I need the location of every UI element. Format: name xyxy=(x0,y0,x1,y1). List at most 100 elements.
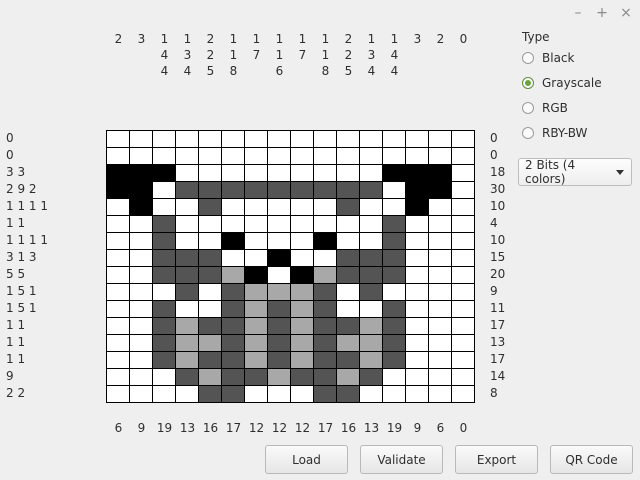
grid-cell[interactable] xyxy=(452,148,474,164)
grid-cell[interactable] xyxy=(360,182,382,198)
grid-cell[interactable] xyxy=(291,250,313,266)
grid-cell[interactable] xyxy=(383,369,405,385)
grid-cell[interactable] xyxy=(176,199,198,215)
radio-black-indicator[interactable] xyxy=(522,52,534,64)
grid-cell[interactable] xyxy=(314,352,336,368)
grid-cell[interactable] xyxy=(383,352,405,368)
radio-rgb-indicator[interactable] xyxy=(522,102,534,114)
load-button[interactable]: Load xyxy=(265,445,348,474)
grid-cell[interactable] xyxy=(452,233,474,249)
grid-cell[interactable] xyxy=(222,250,244,266)
grid-cell[interactable] xyxy=(176,131,198,147)
grid-cell[interactable] xyxy=(314,165,336,181)
grid-cell[interactable] xyxy=(245,182,267,198)
grid-cell[interactable] xyxy=(314,335,336,351)
grid-cell[interactable] xyxy=(383,182,405,198)
grid-cell[interactable] xyxy=(291,199,313,215)
grid-cell[interactable] xyxy=(383,233,405,249)
grid-cell[interactable] xyxy=(153,267,175,283)
grid-cell[interactable] xyxy=(406,335,428,351)
grid-cell[interactable] xyxy=(337,165,359,181)
grid-cell[interactable] xyxy=(383,216,405,232)
qr-code-button[interactable]: QR Code xyxy=(550,445,633,474)
grid-cell[interactable] xyxy=(406,148,428,164)
grid-cell[interactable] xyxy=(245,318,267,334)
grid-cell[interactable] xyxy=(314,182,336,198)
grid-cell[interactable] xyxy=(360,284,382,300)
grid-cell[interactable] xyxy=(452,284,474,300)
grid-cell[interactable] xyxy=(130,284,152,300)
grid-cell[interactable] xyxy=(199,131,221,147)
grid-cell[interactable] xyxy=(452,216,474,232)
grid-cell[interactable] xyxy=(452,250,474,266)
grid-cell[interactable] xyxy=(314,318,336,334)
grid-cell[interactable] xyxy=(360,165,382,181)
grid-cell[interactable] xyxy=(452,199,474,215)
grid-cell[interactable] xyxy=(406,352,428,368)
grid-cell[interactable] xyxy=(406,369,428,385)
grid-cell[interactable] xyxy=(176,233,198,249)
grid-cell[interactable] xyxy=(245,216,267,232)
grid-cell[interactable] xyxy=(429,284,451,300)
grid-cell[interactable] xyxy=(268,182,290,198)
grid-cell[interactable] xyxy=(153,352,175,368)
grid-cell[interactable] xyxy=(153,148,175,164)
grid-cell[interactable] xyxy=(383,199,405,215)
grid-cell[interactable] xyxy=(429,216,451,232)
grid-cell[interactable] xyxy=(199,335,221,351)
grid-cell[interactable] xyxy=(130,233,152,249)
grid-cell[interactable] xyxy=(406,216,428,232)
grid-cell[interactable] xyxy=(268,301,290,317)
grid-cell[interactable] xyxy=(222,386,244,402)
grid-cell[interactable] xyxy=(130,131,152,147)
grid-cell[interactable] xyxy=(291,352,313,368)
grid-cell[interactable] xyxy=(222,318,244,334)
grid-cell[interactable] xyxy=(314,233,336,249)
grid-cell[interactable] xyxy=(291,369,313,385)
grid-cell[interactable] xyxy=(245,301,267,317)
grid-cell[interactable] xyxy=(429,369,451,385)
grid-cell[interactable] xyxy=(107,250,129,266)
grid-cell[interactable] xyxy=(268,233,290,249)
grid-cell[interactable] xyxy=(222,199,244,215)
grid-cell[interactable] xyxy=(107,335,129,351)
grid-cell[interactable] xyxy=(406,165,428,181)
grid-cell[interactable] xyxy=(107,267,129,283)
grid-cell[interactable] xyxy=(360,301,382,317)
grid-cell[interactable] xyxy=(176,386,198,402)
grid-cell[interactable] xyxy=(268,335,290,351)
grid-cell[interactable] xyxy=(199,301,221,317)
grid-cell[interactable] xyxy=(199,386,221,402)
grid-cell[interactable] xyxy=(245,233,267,249)
grid-cell[interactable] xyxy=(337,301,359,317)
grid-cell[interactable] xyxy=(268,352,290,368)
grid-cell[interactable] xyxy=(130,386,152,402)
grid-cell[interactable] xyxy=(406,301,428,317)
grid-cell[interactable] xyxy=(360,352,382,368)
grid-cell[interactable] xyxy=(107,284,129,300)
grid-cell[interactable] xyxy=(360,369,382,385)
grid-cell[interactable] xyxy=(429,301,451,317)
grid-cell[interactable] xyxy=(245,165,267,181)
grid-cell[interactable] xyxy=(452,267,474,283)
grid-cell[interactable] xyxy=(268,250,290,266)
grid-cell[interactable] xyxy=(268,284,290,300)
grid-cell[interactable] xyxy=(337,369,359,385)
radio-grayscale[interactable]: Grayscale xyxy=(522,76,602,90)
grid-cell[interactable] xyxy=(383,148,405,164)
grid-cell[interactable] xyxy=(245,369,267,385)
grid-cell[interactable] xyxy=(337,131,359,147)
grid-cell[interactable] xyxy=(107,233,129,249)
grid-cell[interactable] xyxy=(406,250,428,266)
grid-cell[interactable] xyxy=(291,267,313,283)
grid-cell[interactable] xyxy=(222,233,244,249)
grid-cell[interactable] xyxy=(268,369,290,385)
grid-cell[interactable] xyxy=(291,182,313,198)
grid-cell[interactable] xyxy=(130,301,152,317)
grid-cell[interactable] xyxy=(222,369,244,385)
grid-cell[interactable] xyxy=(153,233,175,249)
grid-cell[interactable] xyxy=(268,318,290,334)
grid-cell[interactable] xyxy=(337,216,359,232)
grid-cell[interactable] xyxy=(429,267,451,283)
grid-cell[interactable] xyxy=(360,233,382,249)
